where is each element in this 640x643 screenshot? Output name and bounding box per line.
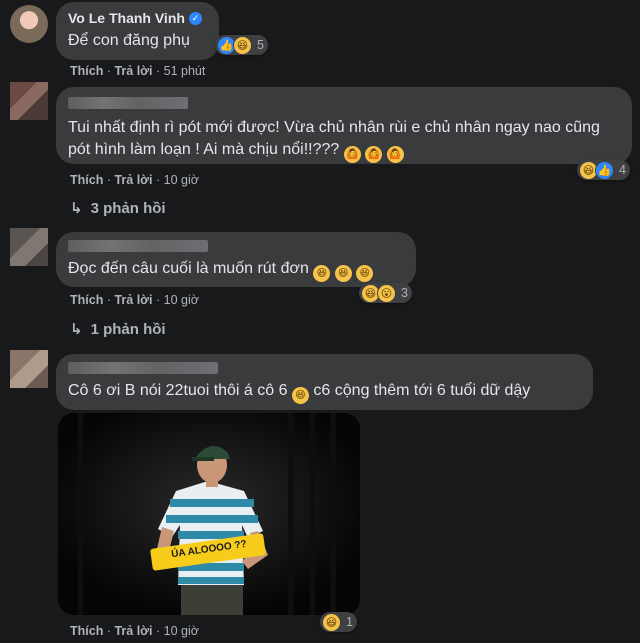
comment-bubble: Cô 6 ơi B nói 22tuoi thôi á cô 6 😆 c6 cộ… <box>56 354 593 410</box>
comment-text: Cô 6 ơi B nói 22tuoi thôi á cô 6 😆 c6 cộ… <box>68 380 581 404</box>
timestamp[interactable]: 10 giờ <box>164 173 199 187</box>
reaction-summary[interactable]: 👍 😆 5 <box>215 35 268 55</box>
view-replies-link[interactable]: ↳ 3 phản hồi <box>70 199 166 218</box>
avatar[interactable] <box>10 350 48 388</box>
comment-actions: Thích · Trả lời · 51 phút <box>70 64 206 78</box>
comment-text: Để con đăng phụ <box>68 32 190 49</box>
reply-link[interactable]: Trả lời <box>114 64 152 78</box>
view-replies-link[interactable]: ↳ 1 phản hồi <box>70 320 166 339</box>
avatar[interactable] <box>10 228 48 266</box>
comment-actions: Thích · Trả lời · 10 giờ <box>70 293 199 307</box>
timestamp[interactable]: 51 phút <box>164 64 206 78</box>
reaction-summary[interactable]: 😆 1 <box>320 612 357 632</box>
haha-emoji-icon: 😆 <box>356 265 374 282</box>
comment-actions: Thích · Trả lời · 10 giờ <box>70 173 199 187</box>
reaction-count: 4 <box>619 163 626 177</box>
photo-image <box>58 413 360 615</box>
reply-link[interactable]: Trả lời <box>114 624 152 638</box>
reaction-summary[interactable]: 😆 👍 4 <box>577 160 630 180</box>
like-link[interactable]: Thích <box>70 173 103 187</box>
comment-actions: Thích · Trả lời · 10 giờ <box>70 624 199 638</box>
comment-bubble: Tui nhất định rì pót mới được! Vừa chủ n… <box>56 87 632 164</box>
author-name-redacted <box>68 240 208 252</box>
haha-reaction-icon: 😆 <box>233 35 252 55</box>
reaction-count: 5 <box>257 38 264 52</box>
haha-emoji-icon: 😆 <box>291 387 309 404</box>
avatar[interactable] <box>10 5 48 43</box>
reply-arrow-icon: ↳ <box>70 200 83 217</box>
verified-badge-icon: ✓ <box>188 11 202 25</box>
emoji-icon: 🙆 <box>365 146 383 163</box>
avatar[interactable] <box>10 82 48 120</box>
haha-reaction-icon: 😆 <box>322 612 341 632</box>
author-name-redacted <box>68 97 188 109</box>
comment-bubble: Vo Le Thanh Vinh ✓ Để con đăng phụ <box>56 2 219 60</box>
reaction-count: 3 <box>401 286 408 300</box>
reaction-count: 1 <box>346 615 353 629</box>
like-reaction-icon: 👍 <box>595 160 614 180</box>
author-name-redacted <box>68 362 218 374</box>
reply-link[interactable]: Trả lời <box>114 173 152 187</box>
like-link[interactable]: Thích <box>70 624 103 638</box>
comment-bubble: Đọc đến câu cuối là muốn rút đơn 😆 😆 😆 <box>56 232 416 287</box>
like-link[interactable]: Thích <box>70 64 103 78</box>
emoji-icon: 🙆 <box>343 146 361 163</box>
like-link[interactable]: Thích <box>70 293 103 307</box>
haha-emoji-icon: 😆 <box>313 265 331 282</box>
haha-emoji-icon: 😆 <box>334 265 352 282</box>
wow-reaction-icon: 😮 <box>377 283 396 303</box>
reaction-summary[interactable]: 😆 😮 3 <box>359 283 412 303</box>
comment-text: Tui nhất định rì pót mới được! Vừa chủ n… <box>68 117 620 163</box>
comment-text: Đọc đến câu cuối là muốn rút đơn 😆 😆 😆 <box>68 258 404 282</box>
timestamp[interactable]: 10 giờ <box>164 624 199 638</box>
comment-author[interactable]: Vo Le Thanh Vinh ✓ <box>68 10 207 26</box>
emoji-icon: 🙆 <box>386 146 404 163</box>
author-name[interactable]: Vo Le Thanh Vinh <box>68 10 185 26</box>
comment-photo[interactable]: ÚA ALOOOO ?? <box>58 413 360 615</box>
timestamp[interactable]: 10 giờ <box>164 293 199 307</box>
reply-arrow-icon: ↳ <box>70 321 83 338</box>
reply-link[interactable]: Trả lời <box>114 293 152 307</box>
